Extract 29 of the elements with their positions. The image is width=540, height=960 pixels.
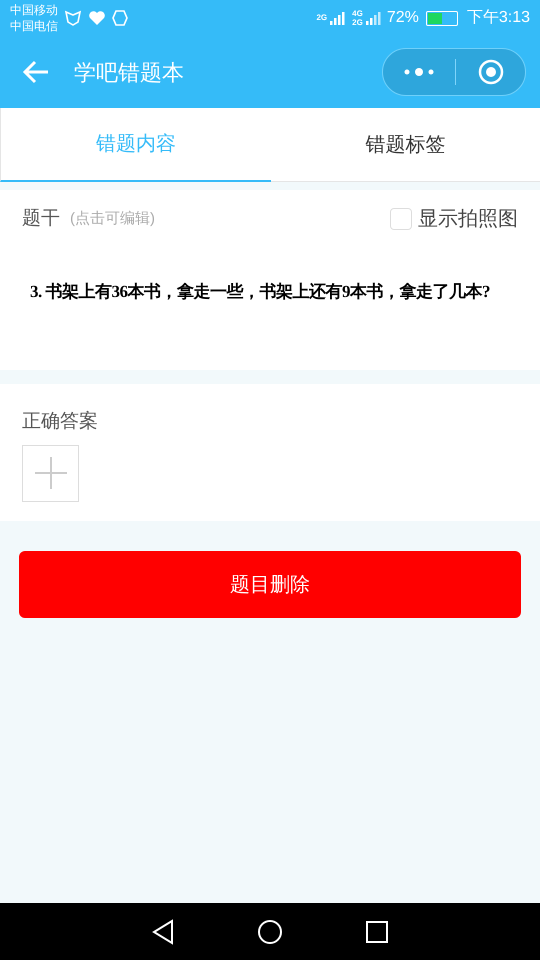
network-label: 4G	[352, 9, 363, 18]
home-icon[interactable]	[257, 918, 283, 944]
checkbox-label: 显示拍照图	[418, 207, 518, 232]
carrier-name: 中国移动	[10, 2, 58, 18]
add-image-button[interactable]	[22, 444, 79, 502]
signal-icon	[330, 11, 346, 25]
stem-label: 题干	[22, 206, 60, 231]
checkbox[interactable]	[390, 208, 412, 230]
carrier-name: 中国电信	[10, 18, 58, 34]
network-label: 2G	[352, 18, 363, 27]
back-icon[interactable]	[151, 918, 175, 944]
hexagon-icon	[112, 10, 128, 26]
network-label: 2G	[316, 12, 328, 24]
battery-icon	[426, 10, 458, 26]
tab[interactable]: 错题标签	[270, 108, 540, 182]
tab[interactable]: 错题内容	[0, 108, 270, 182]
back-arrow-icon[interactable]	[22, 60, 50, 84]
delete-button[interactable]: 题目删除	[19, 551, 521, 618]
question-text: 3. 书架上有36本书，拿走一些，书架上还有9本书，拿走了几本?	[30, 281, 490, 303]
more-icon[interactable]	[403, 67, 435, 77]
edit-hint: (点击可编辑)	[70, 208, 155, 229]
page-title: 学吧错题本	[74, 58, 184, 86]
battery-percent: 72%	[386, 8, 419, 28]
signal-icon	[366, 11, 382, 25]
answer-label: 正确答案	[22, 410, 99, 434]
recents-icon[interactable]	[365, 920, 389, 944]
clock: 下午3:13	[466, 8, 530, 28]
plus-icon	[34, 457, 66, 489]
heart-icon	[88, 10, 106, 26]
